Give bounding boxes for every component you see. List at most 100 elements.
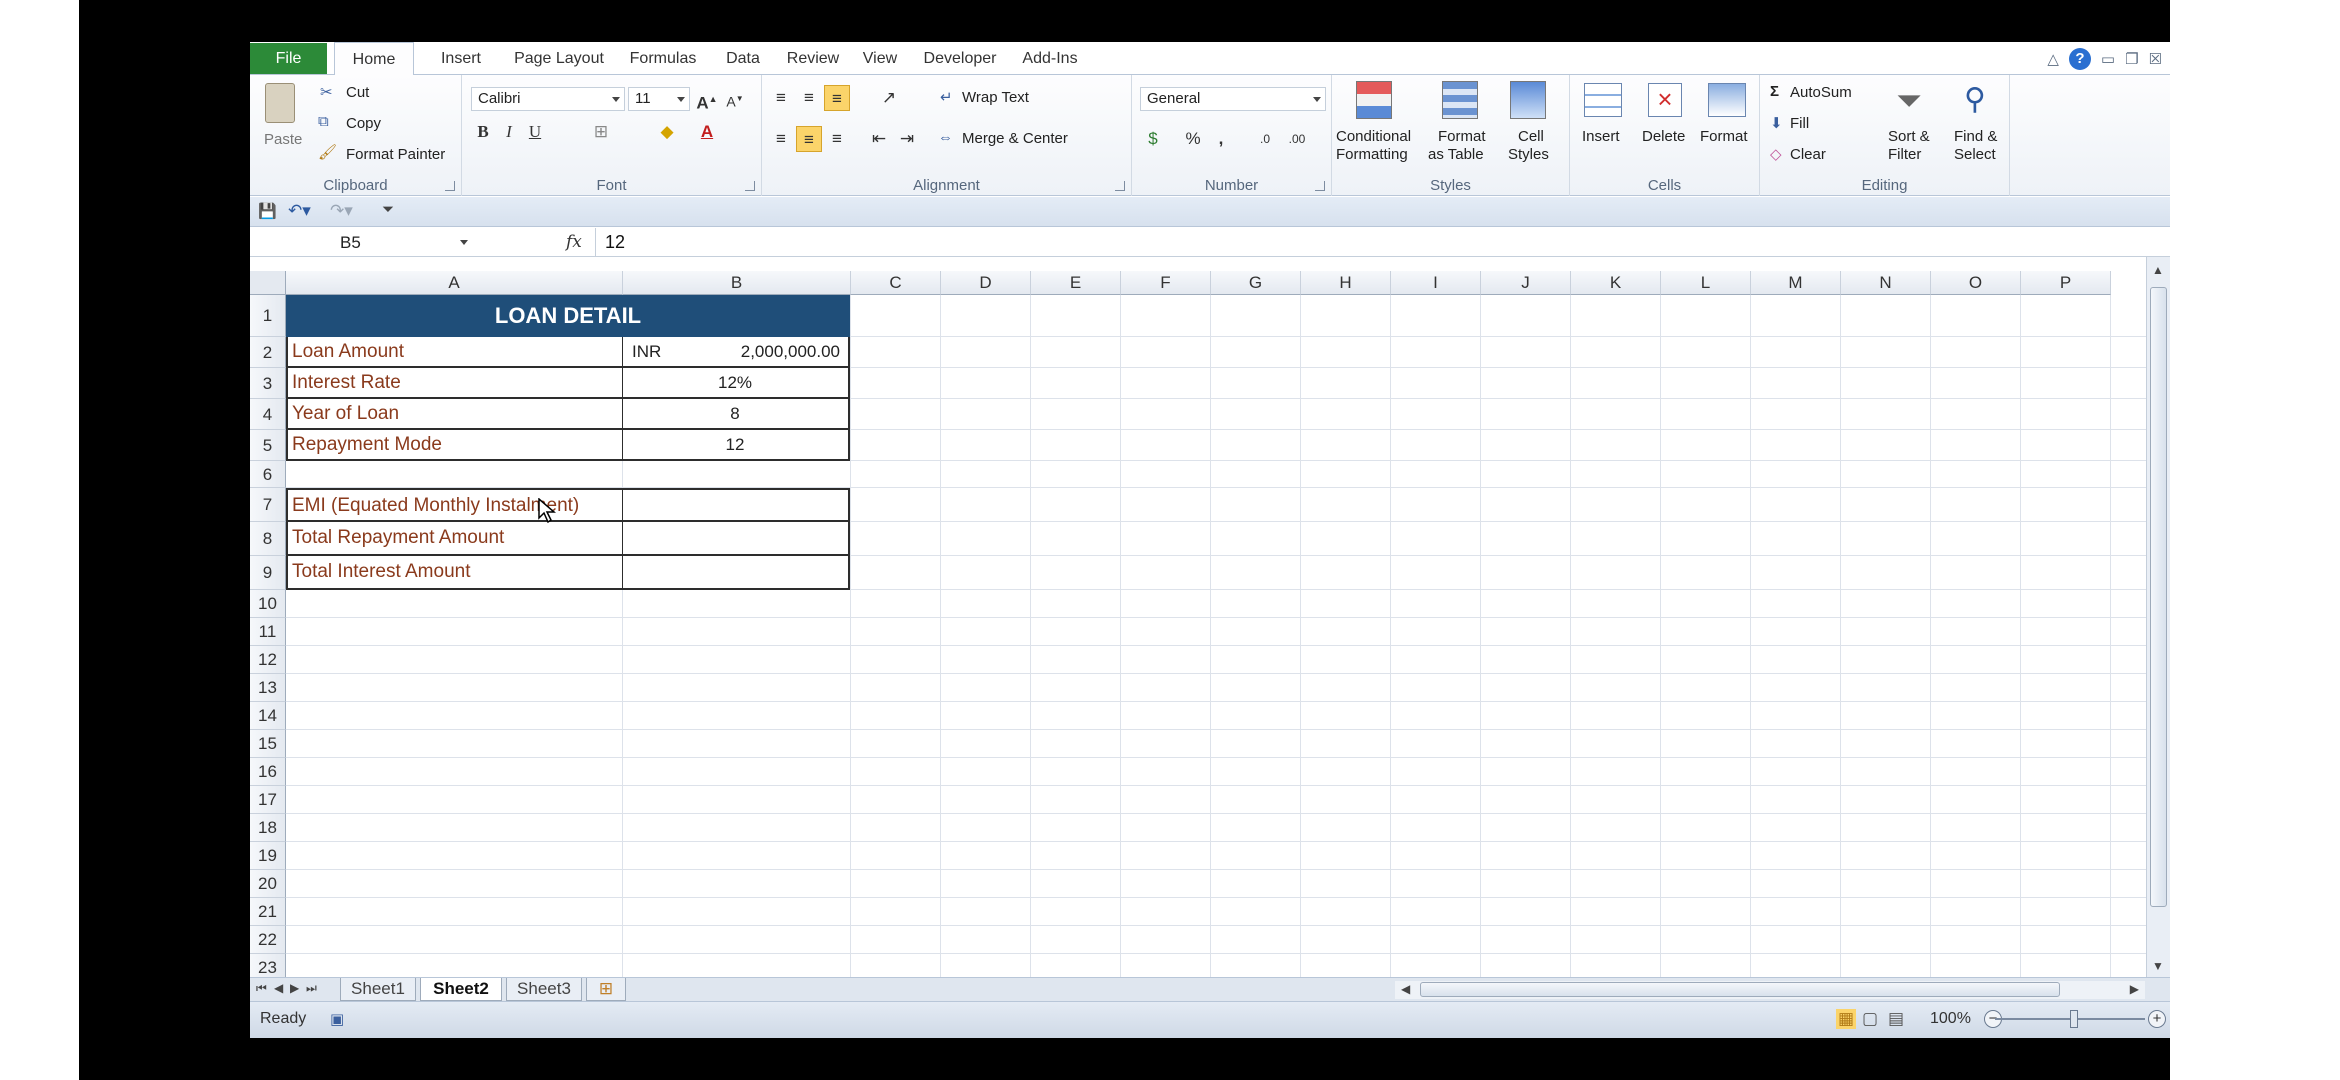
format-painter-button[interactable]: Format Painter <box>346 146 445 163</box>
column-header[interactable]: D <box>941 271 1031 295</box>
column-header[interactable]: I <box>1391 271 1481 295</box>
repayment-label-cell[interactable]: Repayment Mode <box>286 430 623 461</box>
select-all-corner[interactable] <box>250 271 286 295</box>
total-interest-label-cell[interactable]: Total Interest Amount <box>286 556 623 590</box>
zoom-slider-handle[interactable] <box>2070 1010 2078 1028</box>
decrease-decimal-icon[interactable]: .00 <box>1284 126 1310 152</box>
row-header[interactable]: 10 <box>250 590 286 618</box>
tab-home[interactable]: Home <box>334 42 414 76</box>
sheet-tab-1[interactable]: Sheet1 <box>340 978 416 1001</box>
cut-button[interactable]: Cut <box>346 84 369 101</box>
formula-input[interactable]: 12 <box>595 228 2152 257</box>
row-header[interactable]: 21 <box>250 898 286 926</box>
shrink-font-icon[interactable]: A▼ <box>722 86 748 112</box>
row-header[interactable]: 5 <box>250 430 286 461</box>
sheet-tab-2[interactable]: Sheet2 <box>420 978 502 1001</box>
scroll-up-icon[interactable]: ▲ <box>2152 263 2164 277</box>
help-icon[interactable]: ? <box>2068 47 2091 70</box>
horizontal-scroll-thumb[interactable] <box>1420 982 2060 997</box>
bold-button[interactable]: B <box>470 119 496 145</box>
total-repayment-value-cell[interactable] <box>622 522 850 556</box>
align-center-icon[interactable]: ≡ <box>796 126 822 152</box>
paste-button[interactable]: Paste <box>264 131 302 148</box>
macro-record-icon[interactable]: ▣ <box>330 1010 344 1028</box>
paste-icon[interactable] <box>265 83 295 123</box>
normal-view-icon[interactable]: ▦ <box>1836 1009 1857 1029</box>
row-header[interactable]: 6 <box>250 461 286 488</box>
sheet-tab-3[interactable]: Sheet3 <box>506 978 582 1001</box>
column-header[interactable]: G <box>1211 271 1301 295</box>
scroll-down-icon[interactable]: ▼ <box>2152 959 2164 973</box>
cell-styles-icon[interactable] <box>1510 81 1546 119</box>
column-header[interactable]: A <box>286 271 623 295</box>
page-layout-view-icon[interactable]: ▢ <box>1862 1009 1878 1029</box>
tab-data[interactable]: Data <box>712 42 774 75</box>
loan-amount-label-cell[interactable]: Loan Amount <box>286 337 623 368</box>
column-header[interactable]: B <box>623 271 851 295</box>
insert-cells-button[interactable]: Insert <box>1582 128 1620 145</box>
row-header[interactable]: 14 <box>250 702 286 730</box>
row-header[interactable]: 20 <box>250 870 286 898</box>
row-header[interactable]: 2 <box>250 337 286 368</box>
sort-filter-icon[interactable]: ⏷ <box>1890 81 1928 119</box>
tab-insert[interactable]: Insert <box>422 42 500 75</box>
column-header[interactable]: O <box>1931 271 2021 295</box>
merge-center-button[interactable]: Merge & Center <box>962 130 1068 147</box>
comma-style-button[interactable]: , <box>1208 126 1234 152</box>
restore-icon[interactable]: ❐ <box>2125 50 2138 68</box>
clear-button[interactable]: Clear <box>1790 146 1826 163</box>
align-left-icon[interactable]: ≡ <box>768 126 794 152</box>
number-launcher-icon[interactable] <box>1315 181 1325 191</box>
autosum-button[interactable]: AutoSum <box>1790 84 1852 101</box>
wrap-text-button[interactable]: Wrap Text <box>962 89 1029 106</box>
year-value[interactable]: 8 <box>622 399 850 430</box>
tab-file[interactable]: File <box>250 43 327 74</box>
decrease-indent-icon[interactable]: ⇤ <box>866 126 892 152</box>
row-header[interactable]: 1 <box>250 295 286 337</box>
font-color-icon[interactable]: A <box>694 119 720 145</box>
conditional-formatting-icon[interactable] <box>1356 81 1392 119</box>
last-sheet-icon[interactable]: ⏭ <box>306 981 317 996</box>
row-header[interactable]: 4 <box>250 399 286 430</box>
customize-qat-icon[interactable]: ⏷ <box>382 201 394 218</box>
tab-developer[interactable]: Developer <box>912 42 1008 75</box>
format-as-table-icon[interactable] <box>1442 81 1478 119</box>
scroll-right-icon[interactable]: ▶ <box>2130 982 2139 996</box>
minimize-icon[interactable]: ▭ <box>2101 50 2115 68</box>
column-header[interactable]: H <box>1301 271 1391 295</box>
delete-cells-icon[interactable]: × <box>1648 83 1682 117</box>
tab-addins[interactable]: Add-Ins <box>1012 42 1088 75</box>
format-cells-icon[interactable] <box>1708 83 1746 117</box>
scroll-left-icon[interactable]: ◀ <box>1401 982 1410 996</box>
top-align-icon[interactable]: ≡ <box>768 85 794 111</box>
underline-button[interactable]: U <box>522 119 548 145</box>
fill-color-icon[interactable]: ◆ <box>654 119 680 145</box>
orientation-icon[interactable]: ↗ <box>876 85 902 111</box>
vertical-scroll-thumb[interactable] <box>2150 287 2167 907</box>
column-header[interactable]: E <box>1031 271 1121 295</box>
align-right-icon[interactable]: ≡ <box>824 126 850 152</box>
column-header[interactable]: P <box>2021 271 2111 295</box>
row-header[interactable]: 16 <box>250 758 286 786</box>
column-header[interactable]: F <box>1121 271 1211 295</box>
tab-formulas[interactable]: Formulas <box>618 42 708 75</box>
row-header[interactable]: 11 <box>250 618 286 646</box>
font-size-select[interactable]: 11 <box>628 87 690 111</box>
format-cells-button[interactable]: Format <box>1700 128 1748 145</box>
column-header[interactable]: J <box>1481 271 1571 295</box>
row-header[interactable]: 8 <box>250 522 286 556</box>
zoom-level[interactable]: 100% <box>1930 1002 1971 1036</box>
save-icon[interactable]: 💾 <box>258 202 277 220</box>
tab-page-layout[interactable]: Page Layout <box>504 42 614 75</box>
column-header[interactable]: L <box>1661 271 1751 295</box>
row-header[interactable]: 18 <box>250 814 286 842</box>
horizontal-scrollbar[interactable]: ◀ ▶ <box>1395 981 2145 999</box>
tab-view[interactable]: View <box>852 42 908 75</box>
increase-indent-icon[interactable]: ⇥ <box>894 126 920 152</box>
insert-sheet-icon[interactable]: ⊞ <box>586 978 626 1001</box>
column-header[interactable]: C <box>851 271 941 295</box>
percent-style-button[interactable]: % <box>1180 126 1206 152</box>
first-sheet-icon[interactable]: ⏮ <box>256 981 267 996</box>
bottom-align-icon[interactable]: ≡ <box>824 85 850 111</box>
row-header[interactable]: 15 <box>250 730 286 758</box>
